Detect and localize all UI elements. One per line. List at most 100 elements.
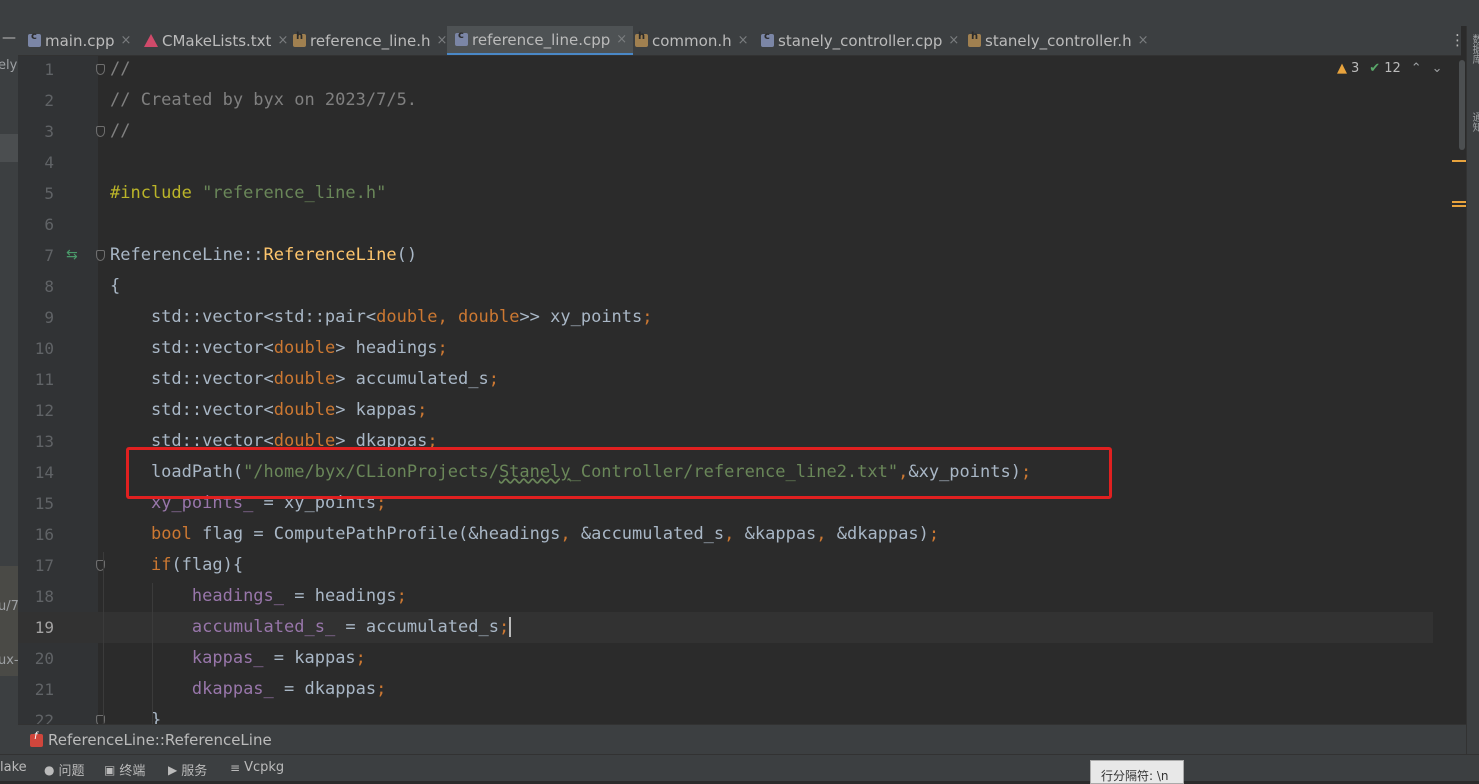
inspection-widget[interactable]: ▲ 3 ✔ 12 ⌃ ⌄ bbox=[1337, 61, 1443, 76]
tab-main-cpp[interactable]: main.cpp × bbox=[28, 26, 131, 55]
line-number: 22 bbox=[34, 711, 54, 724]
line-number: 19 bbox=[34, 618, 54, 637]
code-token: &accumulated_s bbox=[580, 524, 725, 544]
tab-common-h[interactable]: common.h × bbox=[635, 26, 749, 55]
code-token: ; bbox=[488, 369, 499, 389]
code-line[interactable]: 17 if(flag){ bbox=[18, 550, 1433, 581]
code-token: if bbox=[150, 555, 172, 575]
code-editor[interactable]: 1 // 2 // Created by byx on 2023/7/5. 3 // 4 5 #… bbox=[18, 56, 1461, 724]
tool-vcpkg[interactable]: ≡ Vcpkg bbox=[230, 760, 284, 775]
code-text: std::vector<std::pair<double, double>> x… bbox=[110, 302, 653, 333]
project-tree-fragment: ux- bbox=[0, 653, 19, 668]
code-token: () bbox=[396, 245, 418, 265]
line-number: 3 bbox=[44, 122, 54, 141]
code-line[interactable]: 18 headings_ = headings; bbox=[18, 581, 1433, 612]
warning-marker[interactable] bbox=[1452, 160, 1466, 162]
tool-terminal[interactable]: ▣ 终端 bbox=[104, 760, 145, 780]
database-tool-button[interactable]: 数据库 bbox=[1468, 34, 1479, 64]
tool-label: 服务 bbox=[181, 764, 208, 779]
code-line[interactable]: 4 bbox=[18, 147, 1433, 178]
code-token: { bbox=[110, 276, 121, 296]
code-text: std::vector<double> headings; bbox=[110, 333, 448, 364]
code-line[interactable]: 3 // bbox=[18, 116, 1433, 147]
tool-cmake[interactable]: lake bbox=[0, 760, 27, 775]
code-text: headings_ = headings; bbox=[110, 581, 407, 612]
close-icon[interactable]: × bbox=[738, 33, 749, 48]
close-icon[interactable]: × bbox=[436, 33, 447, 48]
close-icon[interactable]: × bbox=[1138, 33, 1149, 48]
code-line[interactable]: 9 std::vector<std::pair<double, double>>… bbox=[18, 302, 1433, 333]
tab-stanely-controller-h[interactable]: stanely_controller.h × bbox=[968, 26, 1149, 55]
fold-marker-icon[interactable] bbox=[96, 126, 105, 137]
code-token: "reference_line.h" bbox=[202, 183, 387, 203]
editor-scrollbar-thumb[interactable] bbox=[1459, 60, 1465, 150]
fold-marker-icon[interactable] bbox=[96, 250, 105, 261]
collapse-panel-button[interactable]: — bbox=[2, 30, 16, 46]
project-panel[interactable]: — ely u/7 ux- bbox=[0, 26, 19, 754]
line-number: 15 bbox=[34, 494, 54, 513]
warning-icon: ▲ bbox=[1337, 61, 1347, 76]
warning-marker[interactable] bbox=[1452, 201, 1466, 203]
code-line[interactable]: 20 kappas_ = kappas; bbox=[18, 643, 1433, 674]
line-number: 16 bbox=[34, 525, 54, 544]
weak-warning-count: 12 bbox=[1384, 61, 1401, 76]
code-line[interactable]: 5 #include "reference_line.h" bbox=[18, 178, 1433, 209]
code-line[interactable]: 1 // bbox=[18, 56, 1433, 85]
code-text: bool flag = ComputePathProfile(&headings… bbox=[110, 519, 939, 550]
tab-menu-icon[interactable]: ⋮ bbox=[1450, 31, 1465, 49]
code-text: if(flag){ bbox=[110, 550, 243, 581]
tab-reference-line-h[interactable]: reference_line.h × bbox=[293, 26, 447, 55]
code-token: ; bbox=[355, 648, 366, 668]
tool-services[interactable]: ▶ 服务 bbox=[168, 760, 208, 780]
code-line[interactable]: 19 accumulated_s_ = accumulated_s; bbox=[18, 612, 1433, 643]
code-line[interactable]: 7 ⇆ ReferenceLine::ReferenceLine() bbox=[18, 240, 1433, 271]
tab-cmakelists[interactable]: CMakeLists.txt × bbox=[144, 26, 288, 55]
chevron-down-icon[interactable]: ⌄ bbox=[1432, 61, 1443, 76]
code-text: } bbox=[110, 705, 161, 724]
tab-reference-line-cpp[interactable]: reference_line.cpp × bbox=[447, 26, 634, 55]
code-line[interactable]: 16 bool flag = ComputePathProfile(&headi… bbox=[18, 519, 1433, 550]
line-number: 6 bbox=[44, 215, 54, 234]
code-text: // Created by byx on 2023/7/5. bbox=[110, 85, 417, 116]
header-file-icon bbox=[293, 31, 306, 47]
code-token: std::vector<std::pair< bbox=[110, 307, 377, 327]
line-number: 11 bbox=[34, 370, 54, 389]
tab-label: CMakeLists.txt bbox=[162, 31, 272, 50]
code-line[interactable]: 22 } bbox=[18, 705, 1433, 724]
code-text: kappas_ = kappas; bbox=[110, 643, 366, 674]
breadcrumb-item[interactable]: ReferenceLine::ReferenceLine bbox=[48, 731, 272, 749]
navigate-declaration-icon[interactable]: ⇆ bbox=[66, 240, 78, 271]
notifications-tool-button[interactable]: 通知 bbox=[1468, 112, 1479, 132]
header-file-icon bbox=[635, 31, 648, 47]
close-icon[interactable]: × bbox=[616, 32, 627, 47]
chevron-up-icon[interactable]: ⌃ bbox=[1411, 61, 1422, 76]
code-line[interactable]: 11 std::vector<double> accumulated_s; bbox=[18, 364, 1433, 395]
close-icon[interactable]: × bbox=[121, 33, 132, 48]
terminal-icon: ▣ bbox=[104, 762, 116, 777]
code-line[interactable]: 6 bbox=[18, 209, 1433, 240]
tool-label: lake bbox=[0, 760, 27, 775]
code-text: #include "reference_line.h" bbox=[110, 178, 386, 209]
code-line[interactable]: 8{ bbox=[18, 271, 1433, 302]
code-line[interactable]: 21 dkappas_ = dkappas; bbox=[18, 674, 1433, 705]
code-token: ; bbox=[396, 586, 407, 606]
indent-guide bbox=[152, 583, 153, 724]
indent-guide bbox=[103, 552, 104, 724]
code-line[interactable]: 12 std::vector<double> kappas; bbox=[18, 395, 1433, 426]
code-token: accumulated_s_ bbox=[191, 617, 336, 637]
cpp-file-icon bbox=[761, 31, 774, 47]
code-token: double bbox=[273, 338, 336, 358]
code-line[interactable]: 10 std::vector<double> headings; bbox=[18, 333, 1433, 364]
tab-stanely-controller-cpp[interactable]: stanely_controller.cpp × bbox=[761, 26, 959, 55]
line-number: 13 bbox=[34, 432, 54, 451]
warning-marker[interactable] bbox=[1452, 205, 1466, 207]
close-icon[interactable]: × bbox=[948, 33, 959, 48]
tool-problems[interactable]: ● 问题 bbox=[44, 760, 85, 780]
code-line[interactable]: 2 // Created by byx on 2023/7/5. bbox=[18, 85, 1433, 116]
code-text: // bbox=[110, 56, 130, 85]
close-icon[interactable]: × bbox=[277, 33, 288, 48]
code-text: { bbox=[110, 271, 120, 302]
fold-marker-icon[interactable] bbox=[96, 64, 105, 75]
